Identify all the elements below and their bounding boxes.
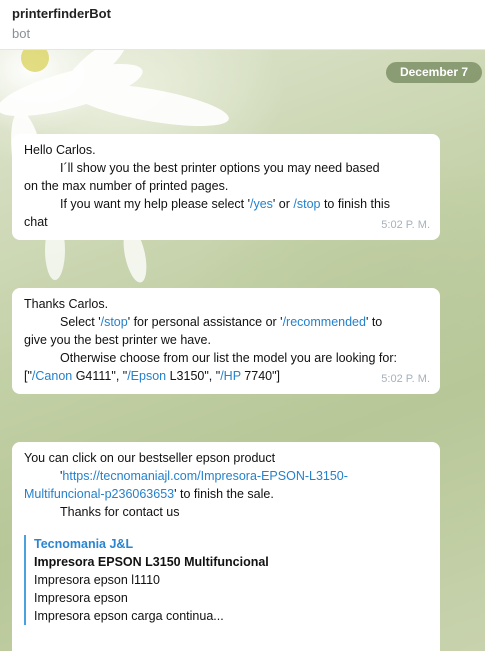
command-link-stop[interactable]: /stop xyxy=(293,197,320,211)
message-bubble[interactable]: Hello Carlos. I´ll show you the best pri… xyxy=(12,134,440,240)
link-preview-description: Impresora epson carga continua... xyxy=(34,609,224,623)
message-text: L3150", " xyxy=(166,369,221,383)
message-text: 7740"] xyxy=(240,369,281,383)
link-preview-description: Impresora epson xyxy=(34,591,128,605)
link-preview-title: Impresora EPSON L3150 Multifuncional xyxy=(34,555,269,569)
link-preview-site: Tecnomania J&L xyxy=(34,537,134,551)
message-text: Select ' xyxy=(60,315,101,329)
message-text: G4111", " xyxy=(72,369,128,383)
command-link-canon[interactable]: /Canon xyxy=(32,369,72,383)
message-text: chat xyxy=(24,215,48,229)
chat-status: bot xyxy=(12,26,31,41)
date-separator: December 7 xyxy=(386,62,482,83)
message-text: You can click on our bestseller epson pr… xyxy=(24,451,276,465)
message-text: Thanks for contact us xyxy=(60,505,180,519)
message-text: ' for personal assistance or ' xyxy=(127,315,283,329)
command-link-hp[interactable]: /HP xyxy=(220,369,241,383)
message-bubble[interactable]: Thanks Carlos. Select '/stop' for person… xyxy=(12,288,440,394)
command-link-epson[interactable]: /Epson xyxy=(127,369,166,383)
command-link-recommended[interactable]: /recommended xyxy=(283,315,366,329)
message-text: Otherwise choose from our list the model… xyxy=(60,351,397,365)
chat-title: printerfinderBot xyxy=(12,6,111,21)
message-bubble[interactable]: You can click on our bestseller epson pr… xyxy=(12,442,440,651)
message-text: ' to xyxy=(365,315,383,329)
message-text: I´ll show you the best printer options y… xyxy=(60,161,380,175)
message-time: 5:02 P. M. xyxy=(381,373,430,385)
message-text: Thanks Carlos. xyxy=(24,297,109,311)
message-text: on the max number of printed pages. xyxy=(24,179,229,193)
product-url-link[interactable]: Multifuncional-p236063653 xyxy=(24,487,174,501)
message-text: to finish this xyxy=(320,197,390,211)
message-time: 5:02 P. M. xyxy=(381,219,430,231)
link-preview-description: Impresora epson l1110 xyxy=(34,573,161,587)
chat-area[interactable]: December 7 Hello Carlos. I´ll show you t… xyxy=(0,50,485,651)
message-text: give you the best printer we have. xyxy=(24,333,211,347)
message-text: Hello Carlos. xyxy=(24,143,96,157)
chat-header[interactable]: printerfinderBot bot xyxy=(0,0,485,50)
message-text: ' or xyxy=(272,197,294,211)
command-link-yes[interactable]: /yes xyxy=(250,197,273,211)
link-preview[interactable]: Tecnomania J&L Impresora EPSON L3150 Mul… xyxy=(24,535,428,625)
command-link-stop[interactable]: /stop xyxy=(101,315,128,329)
product-url-link[interactable]: https://tecnomaniajl.com/Impresora-EPSON… xyxy=(62,469,348,483)
message-text: [" xyxy=(24,369,32,383)
message-text: ' to finish the sale. xyxy=(174,487,274,501)
message-text: If you want my help please select ' xyxy=(60,197,250,211)
